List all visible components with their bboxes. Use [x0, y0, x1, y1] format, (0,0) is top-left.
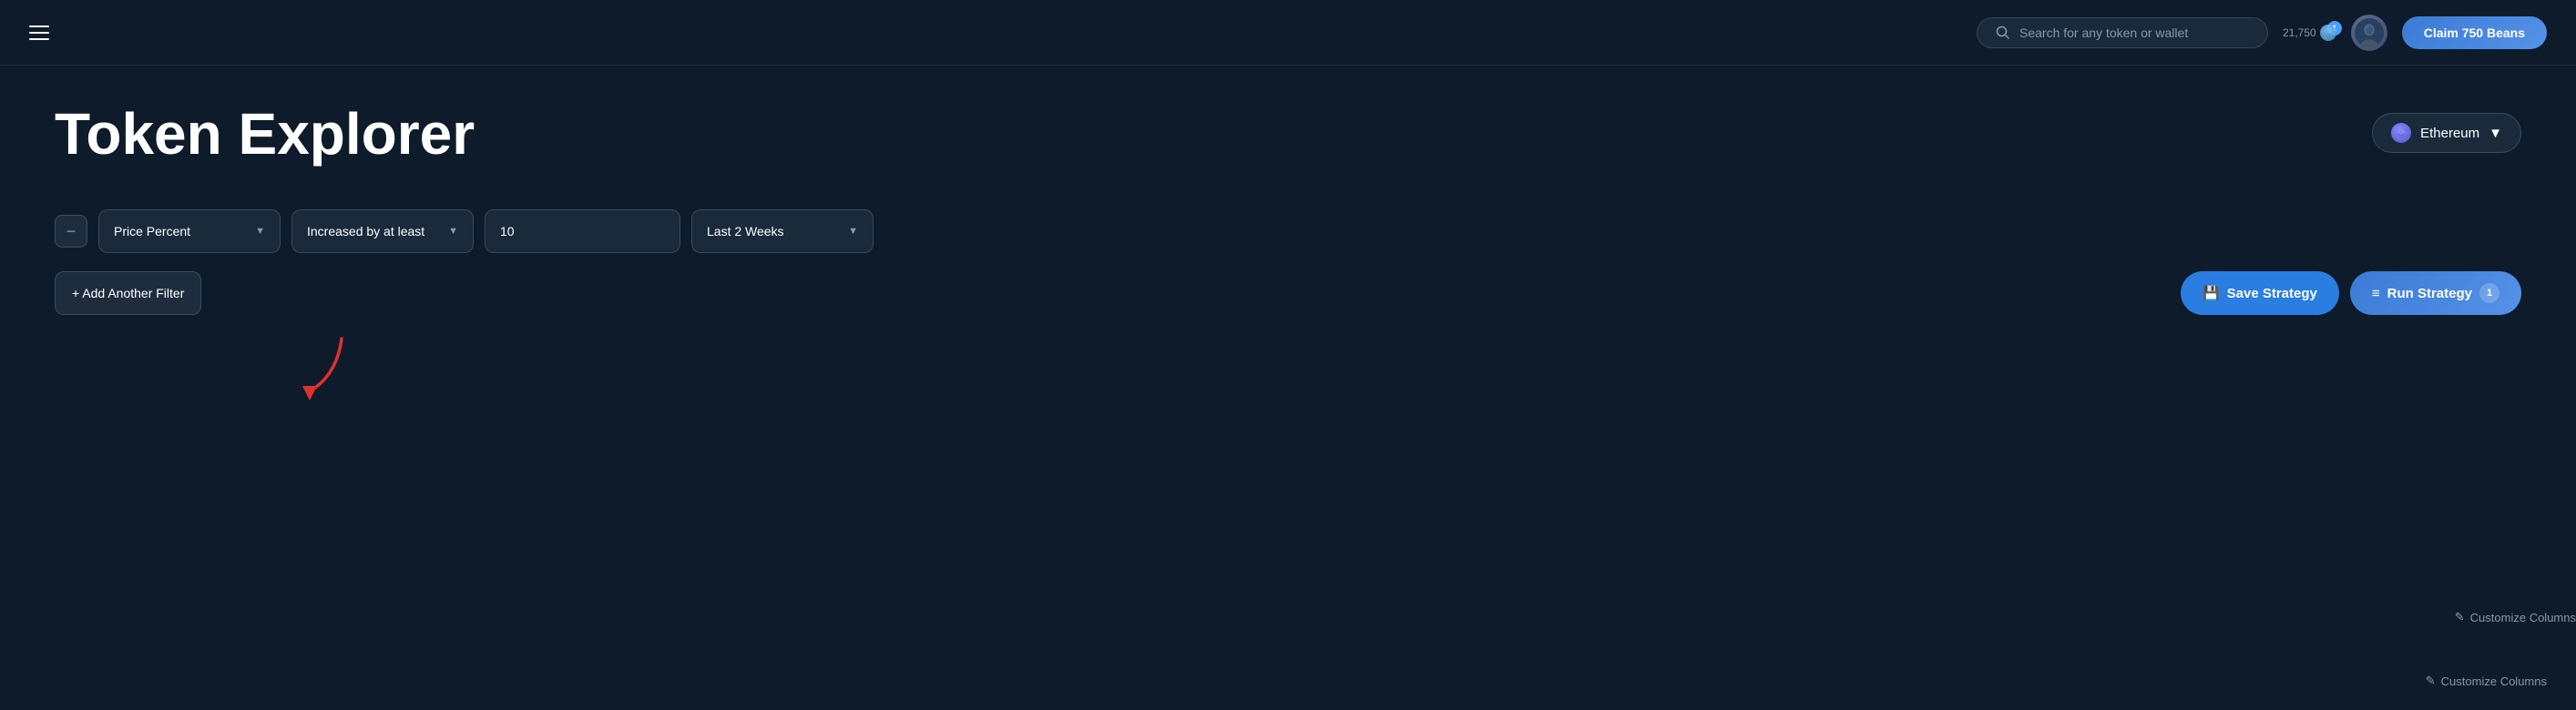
bean-icon — [2320, 25, 2336, 41]
run-strategy-button[interactable]: ≡ Run Strategy 1 — [2350, 271, 2521, 315]
claim-beans-button[interactable]: Claim 750 Beans — [2402, 16, 2547, 49]
customize-columns-label: Customize Columns — [2470, 611, 2576, 624]
filter-section: − Price Percent ▼ Increased by at least … — [55, 209, 2521, 315]
arrow-annotation — [282, 330, 364, 416]
save-icon: 💾 — [2203, 285, 2220, 301]
filter-value-input[interactable] — [485, 209, 680, 253]
add-filter-button[interactable]: + Add Another Filter — [55, 271, 201, 315]
customize-columns[interactable]: ✎ Customize Columns — [2455, 610, 2576, 624]
customize-edit-icon: ✎ — [2426, 674, 2436, 688]
save-strategy-button[interactable]: 💾 Save Strategy — [2181, 271, 2339, 315]
network-label: Ethereum — [2420, 126, 2479, 141]
filter-timeframe-select[interactable]: Last 2 Weeks ▼ — [691, 209, 874, 253]
actions-row: + Add Another Filter 💾 Save Strategy ≡ R… — [55, 271, 2521, 315]
edit-icon: ✎ — [2455, 610, 2465, 624]
filter-type-chevron: ▼ — [255, 226, 265, 237]
filter-timeframe-label: Last 2 Weeks — [707, 224, 784, 238]
customize-columns-text: Customize Columns — [2441, 674, 2547, 688]
filter-timeframe-chevron: ▼ — [848, 226, 858, 237]
filter-condition-chevron: ▼ — [448, 226, 458, 237]
network-selector[interactable]: Ethereum ▼ — [2372, 113, 2521, 153]
chevron-down-icon: ▼ — [2489, 126, 2502, 141]
remove-filter-button[interactable]: − — [55, 215, 87, 248]
filter-icon: ≡ — [2372, 286, 2380, 301]
save-strategy-label: Save Strategy — [2227, 286, 2317, 301]
search-icon — [1996, 25, 2010, 40]
beans-counter: 1 21,750 — [2283, 25, 2336, 41]
filter-type-select[interactable]: Price Percent ▼ — [98, 209, 281, 253]
navbar: Search for any token or wallet 1 21,750 … — [0, 0, 2576, 66]
red-arrow-svg — [282, 330, 364, 411]
search-placeholder: Search for any token or wallet — [2019, 25, 2188, 40]
filter-condition-select[interactable]: Increased by at least ▼ — [291, 209, 474, 253]
page-header: Token Explorer Ethereum ▼ — [55, 102, 2521, 166]
action-buttons: 💾 Save Strategy ≡ Run Strategy 1 — [2181, 271, 2521, 315]
nav-right: Search for any token or wallet 1 21,750 … — [1977, 15, 2547, 51]
search-bar[interactable]: Search for any token or wallet — [1977, 17, 2268, 48]
ethereum-icon — [2391, 123, 2411, 143]
beans-count-row: 21,750 — [2283, 25, 2336, 41]
filter-condition-label: Increased by at least — [307, 224, 424, 238]
filter-type-label: Price Percent — [114, 224, 190, 238]
nav-left — [29, 25, 49, 40]
customize-columns-fixed[interactable]: ✎ Customize Columns — [2426, 674, 2547, 688]
run-badge: 1 — [2479, 283, 2499, 303]
menu-icon[interactable] — [29, 25, 49, 40]
avatar[interactable] — [2351, 15, 2387, 51]
run-strategy-label: Run Strategy — [2387, 286, 2472, 301]
main-content: Token Explorer Ethereum ▼ − Price Percen… — [0, 66, 2576, 351]
page-title: Token Explorer — [55, 102, 475, 166]
filter-row: − Price Percent ▼ Increased by at least … — [55, 209, 2521, 253]
beans-amount: 21,750 — [2283, 26, 2316, 39]
